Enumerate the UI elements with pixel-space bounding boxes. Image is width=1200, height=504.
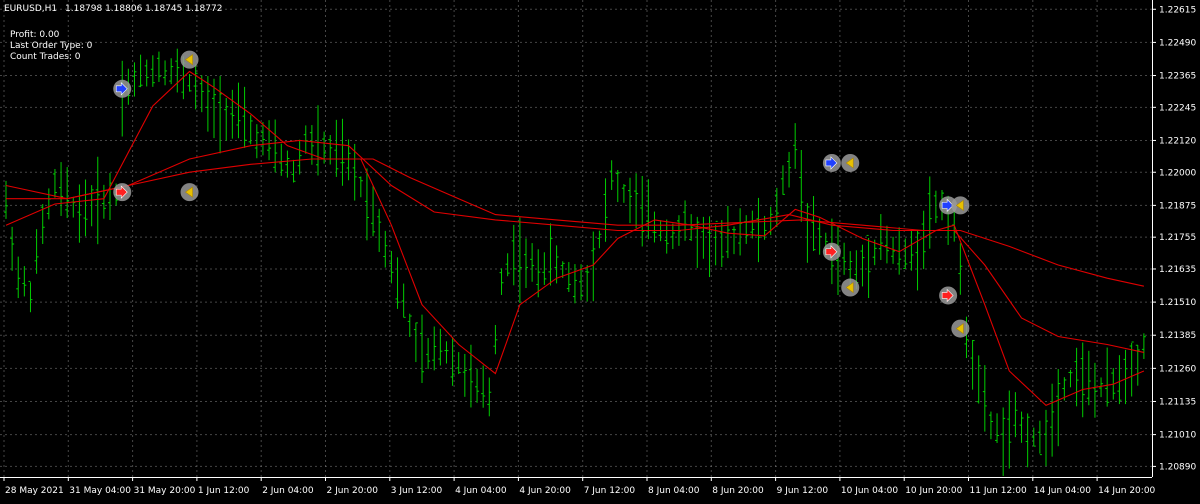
trade-marker-sell [822, 242, 841, 261]
x-tick-label: 3 Jun 12:00 [391, 486, 443, 496]
x-tick-label: 7 Jun 12:00 [584, 486, 636, 496]
last-order-type-label: Last Order Type: 0 [10, 41, 93, 51]
trade-marker-close [841, 153, 860, 172]
y-tick-label: 1.21875 [1159, 201, 1196, 211]
x-tick-label: 28 May 2021 [5, 486, 64, 496]
x-tick-label: 11 Jun 12:00 [970, 486, 1027, 496]
x-tick-label: 10 Jun 04:00 [841, 486, 898, 496]
trade-marker-sell [113, 183, 132, 202]
y-tick-label: 1.22000 [1159, 168, 1196, 178]
x-tick-label: 31 May 04:00 [69, 486, 131, 496]
y-tick-label: 1.22245 [1159, 103, 1196, 113]
trade-marker-close [951, 196, 970, 215]
ea-info-panel: Profit: 0.00 Last Order Type: 0 Count Tr… [10, 30, 92, 63]
y-tick-label: 1.21635 [1159, 265, 1196, 275]
trade-marker-buy [822, 153, 841, 172]
y-tick-label: 1.21010 [1159, 431, 1196, 441]
x-tick-label: 2 Jun 20:00 [327, 486, 379, 496]
trade-marker-close [180, 50, 199, 69]
symbol-header: EURUSD,H1 1.18798 1.18806 1.18745 1.1877… [4, 4, 222, 15]
symbol-label: EURUSD,H1 [4, 4, 58, 14]
y-tick-label: 1.21755 [1159, 233, 1196, 243]
x-tick-label: 8 Jun 20:00 [712, 486, 764, 496]
price-chart[interactable]: 1.22615 1.22490 1.22365 1.22245 1.22120 1.220… [0, 0, 1200, 500]
x-tick-label: 14 Jun 04:00 [1034, 486, 1091, 496]
trade-marker-buy [113, 79, 132, 98]
y-tick-label: 1.21510 [1159, 298, 1196, 308]
y-tick-label: 1.21385 [1159, 331, 1196, 341]
y-tick-label: 1.22615 [1159, 5, 1196, 15]
trade-marker-close [180, 183, 199, 202]
x-tick-label: 31 May 20:00 [134, 486, 196, 496]
x-tick-label: 14 Jun 20:00 [1098, 486, 1155, 496]
profit-label: Profit: 0.00 [10, 30, 60, 40]
y-tick-label: 1.22365 [1159, 72, 1196, 82]
x-tick-label: 4 Jun 04:00 [455, 486, 507, 496]
count-trades-label: Count Trades: 0 [10, 52, 81, 62]
ohlc-values: 1.18798 1.18806 1.18745 1.18772 [65, 4, 223, 14]
trade-marker-sell [939, 286, 958, 305]
x-tick-label: 4 Jun 20:00 [519, 486, 571, 496]
y-tick-label: 1.21135 [1159, 397, 1196, 407]
trade-marker-close [951, 319, 970, 338]
x-tick-label: 10 Jun 20:00 [905, 486, 962, 496]
x-tick-label: 2 Jun 04:00 [262, 486, 314, 496]
trade-marker-close [841, 278, 860, 297]
y-tick-label: 1.22490 [1159, 38, 1196, 48]
x-tick-label: 1 Jun 12:00 [198, 486, 250, 496]
y-tick-label: 1.20890 [1159, 462, 1196, 472]
y-tick-label: 1.21260 [1159, 364, 1196, 374]
x-tick-label: 9 Jun 12:00 [777, 486, 829, 496]
chart-svg[interactable]: 1.22615 1.22490 1.22365 1.22245 1.22120 1.220… [0, 0, 1200, 500]
y-tick-label: 1.22120 [1159, 136, 1196, 146]
x-tick-label: 8 Jun 04:00 [648, 486, 700, 496]
